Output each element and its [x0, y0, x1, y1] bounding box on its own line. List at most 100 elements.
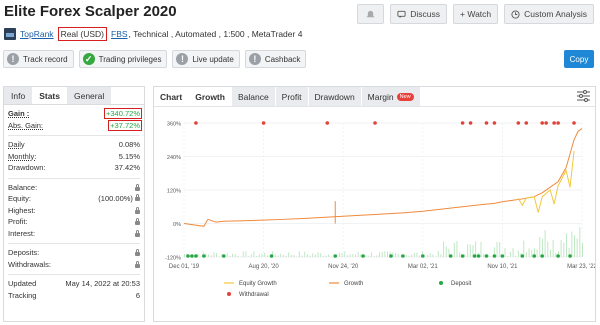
tab-balance[interactable]: Balance — [231, 87, 276, 106]
lock-icon — [135, 206, 140, 214]
volume-bar — [528, 248, 530, 257]
volume-bar — [408, 255, 410, 257]
page-title: Elite Forex Scalper 2020 — [4, 3, 177, 20]
volume-bar — [517, 250, 519, 257]
stat-deposits: Deposits: — [8, 247, 140, 259]
stat-label: Daily — [8, 140, 25, 150]
stat-label: Withdrawals: — [8, 259, 51, 269]
withdrawal-marker — [261, 121, 266, 125]
withdrawal-marker — [524, 121, 529, 125]
watch-label: + Watch — [460, 9, 492, 19]
withdrawal-marker — [484, 121, 489, 125]
legend-label: Equity Growth — [239, 281, 277, 287]
deposit-marker — [421, 254, 425, 258]
withdrawal-marker — [373, 121, 377, 125]
volume-bar — [579, 227, 581, 257]
x-tick-label: Nov 10, '21 — [487, 264, 518, 270]
volume-bar — [384, 251, 386, 257]
volume-bar — [346, 255, 348, 257]
broker-link[interactable]: FBS — [111, 29, 128, 39]
tab-growth[interactable]: Growth — [189, 87, 232, 106]
stat-value: 37.42% — [114, 163, 140, 173]
tab-general[interactable]: General — [66, 87, 112, 104]
account-details: , Technical , Automated , 1:500 , MetaTr… — [128, 29, 303, 39]
y-tick-label: 0% — [173, 222, 181, 228]
stat-tracking: Tracking 6 — [8, 290, 140, 302]
tab-stats[interactable]: Stats — [32, 87, 67, 104]
exclamation-icon: ! — [7, 53, 19, 65]
deposit-marker — [540, 254, 544, 258]
badge-cashback[interactable]: ! Cashback — [244, 50, 307, 68]
clock-icon — [511, 9, 520, 19]
deposit-marker — [222, 254, 226, 258]
volume-bar — [515, 255, 517, 257]
tab-margin-label: Margin — [367, 91, 394, 102]
account-type: Real (USD) — [57, 27, 108, 41]
notify-button[interactable] — [357, 4, 385, 24]
volume-bar — [373, 256, 375, 257]
divider — [8, 177, 140, 179]
deposit-marker — [476, 254, 481, 258]
volume-bar — [531, 249, 533, 257]
withdrawal-marker — [572, 121, 576, 125]
volume-bar — [237, 255, 239, 257]
volume-bar — [509, 251, 511, 257]
volume-bar — [320, 253, 322, 257]
withdrawal-marker — [460, 121, 465, 125]
volume-bar — [525, 252, 527, 257]
badge-label: Live update — [192, 54, 234, 64]
stats-tabs: Info Stats General — [4, 87, 144, 105]
volume-bar — [370, 252, 372, 257]
discuss-button[interactable]: Discuss — [390, 4, 448, 24]
account-info-line: TopRank Real (USD) FBS , Technical , Aut… — [4, 27, 302, 41]
deposit-marker — [401, 254, 405, 258]
volume-bar — [325, 255, 327, 257]
badge-trading-privileges[interactable]: ✓ Trading privileges — [78, 50, 168, 68]
tab-drawdown[interactable]: Drawdown — [308, 87, 362, 106]
x-tick-label: Dec 01, '19 — [169, 264, 200, 270]
volume-bar — [277, 255, 279, 257]
deposit-marker — [389, 254, 393, 258]
volume-bar — [256, 255, 258, 257]
stat-label: Deposits: — [8, 248, 40, 258]
deposit-marker — [472, 254, 477, 258]
stat-label: Abs. Gain: — [8, 120, 44, 130]
tab-margin[interactable]: Margin New — [361, 87, 421, 106]
lock-icon — [135, 249, 140, 257]
badge-track-record[interactable]: ! Track record — [3, 50, 74, 68]
tab-profit[interactable]: Profit — [275, 87, 309, 106]
y-tick-label: 120% — [167, 189, 181, 195]
stat-value: +340.72% — [104, 108, 142, 120]
filter-settings-icon[interactable] — [577, 90, 590, 102]
withdrawal-marker — [556, 121, 560, 125]
stat-profit: Profit: — [8, 216, 140, 228]
deposit-marker — [568, 254, 572, 258]
chat-icon — [397, 10, 406, 18]
bell-icon — [367, 10, 375, 17]
lock-icon — [135, 218, 140, 226]
volume-bar — [413, 252, 415, 257]
tab-chart[interactable]: Chart — [154, 87, 190, 106]
volume-bar — [419, 255, 421, 257]
tab-info[interactable]: Info — [4, 87, 33, 104]
stat-value: +37.72% — [108, 119, 142, 131]
watch-button[interactable]: + Watch — [453, 4, 499, 24]
deposit-marker — [361, 254, 365, 258]
copy-button[interactable]: Copy — [564, 50, 594, 68]
volume-bar — [213, 252, 215, 257]
volume-bar — [274, 254, 276, 257]
volume-bar — [245, 251, 247, 257]
stat-label: Tracking — [8, 290, 37, 300]
withdrawal-marker — [544, 121, 548, 125]
volume-bar — [330, 256, 332, 257]
x-tick-label: Mar 02, '21 — [408, 264, 438, 270]
volume-bar — [368, 255, 370, 257]
volume-bar — [445, 246, 447, 257]
volume-bar — [555, 253, 557, 257]
custom-analysis-button[interactable]: Custom Analysis — [504, 4, 594, 24]
badge-live-update[interactable]: ! Live update — [172, 50, 240, 68]
deposit-marker — [194, 254, 198, 258]
volume-bar — [328, 254, 330, 257]
volume-bar — [507, 256, 509, 257]
user-link[interactable]: TopRank — [20, 29, 54, 39]
